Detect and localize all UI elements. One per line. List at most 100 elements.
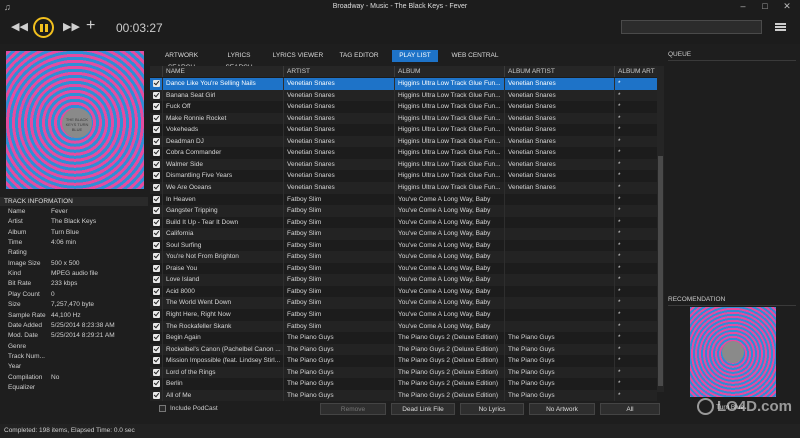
next-icon[interactable]: ▶▶ [63, 20, 80, 33]
menu-icon[interactable] [775, 23, 786, 31]
scrollbar-thumb[interactable] [658, 156, 663, 386]
cell-artist: Fatboy Slim [283, 309, 394, 321]
add-icon[interactable]: + [86, 17, 95, 35]
all-button[interactable]: All [600, 403, 660, 415]
dead-link-file-button[interactable]: Dead Link File [391, 403, 455, 415]
row-checkbox[interactable] [153, 311, 160, 318]
column-album[interactable]: ALBUM [394, 66, 504, 77]
cell-art: * [614, 216, 657, 229]
remove-button[interactable]: Remove [320, 403, 386, 415]
column-album-art[interactable]: ALBUM ART [614, 66, 657, 77]
table-row[interactable]: Gangster Tripping Fatboy Slim You've Come … [150, 205, 657, 217]
row-checkbox[interactable] [153, 241, 160, 249]
tab-tag-editor[interactable]: TAG EDITOR [334, 50, 384, 62]
table-row[interactable]: Dance Like You're Selling Nails Venetian … [150, 78, 657, 90]
table-row[interactable]: Deadman DJ Venetian Snares Higgins Ultra L… [150, 135, 657, 148]
row-checkbox[interactable] [153, 230, 160, 238]
row-checkbox[interactable] [153, 368, 160, 376]
row-checkbox[interactable] [153, 287, 160, 295]
table-row[interactable]: Banana Seat Girl Venetian Snares Higgins U… [150, 89, 657, 102]
table-row[interactable]: The Rockafeller Skank Fatboy Slim You've C… [150, 320, 657, 333]
track-info-value: No [51, 373, 60, 381]
row-checkbox[interactable] [153, 149, 160, 157]
table-row[interactable]: The World Went Down Fatboy Slim You've Com… [150, 297, 657, 310]
row-checkbox[interactable] [153, 299, 160, 307]
table-row[interactable]: Right Here, Right Now Fatboy Slim You've C… [150, 309, 657, 321]
row-checkbox[interactable] [153, 80, 160, 87]
row-checkbox[interactable] [153, 264, 160, 272]
recommendation-album-art[interactable] [690, 307, 776, 397]
table-row[interactable]: Lord of the Rings The Piano Guys The Piano… [150, 366, 657, 379]
row-checkbox[interactable] [153, 172, 160, 180]
table-row[interactable]: Rockelbel's Canon (Pachelbel Canon ... Th… [150, 343, 657, 356]
table-row[interactable]: Mission Impossible (feat. Lindsey Stirl.… [150, 355, 657, 367]
no-lyrics-button[interactable]: No Lyrics [460, 403, 524, 415]
table-row[interactable]: Dismantling Five Years Venetian Snares Hig… [150, 170, 657, 182]
table-row[interactable]: Praise You Fatboy Slim You've Come A Long … [150, 262, 657, 275]
column-name[interactable]: NAME [162, 66, 283, 77]
table-row[interactable]: Acid 8000 Fatboy Slim You've Come A Long W… [150, 285, 657, 298]
track-info-key: Time [8, 239, 23, 247]
tab-play-list[interactable]: PLAY LIST [392, 50, 438, 62]
previous-icon[interactable]: ◀◀ [11, 20, 28, 33]
elapsed-time: 00:03:27 [116, 21, 163, 35]
tab-lyrics-viewer[interactable]: LYRICS VIEWER [272, 50, 324, 62]
row-checkbox[interactable] [153, 195, 160, 203]
row-checkbox[interactable] [153, 380, 160, 388]
row-checkbox[interactable] [153, 160, 160, 168]
row-checkbox[interactable] [153, 207, 160, 215]
track-info-row: Album Turn Blue [0, 228, 148, 238]
table-row[interactable]: Berlin The Piano Guys The Piano Guys 2 (De… [150, 378, 657, 390]
table-row[interactable]: Love Island Fatboy Slim You've Come A Long… [150, 274, 657, 286]
row-checkbox[interactable] [153, 103, 160, 111]
row-checkbox[interactable] [153, 276, 160, 284]
table-header: NAME ARTIST ALBUM ALBUM ARTIST ALBUM ART [150, 66, 657, 77]
row-checkbox[interactable] [153, 357, 160, 365]
cell-artist: Fatboy Slim [283, 216, 394, 229]
row-checkbox[interactable] [153, 345, 160, 353]
maximize-button[interactable]: □ [758, 1, 772, 11]
cell-art: * [614, 297, 657, 310]
cell-album-artist [504, 320, 614, 333]
table-row[interactable]: You're Not From Brighton Fatboy Slim You'v… [150, 251, 657, 263]
cell-name: Berlin [162, 378, 283, 390]
pause-button[interactable] [33, 17, 54, 38]
playlist-scrollbar[interactable] [657, 66, 664, 392]
minimize-button[interactable]: – [736, 1, 750, 11]
table-row[interactable]: Build It Up - Tear It Down Fatboy Slim You… [150, 216, 657, 229]
row-checkbox[interactable] [153, 183, 160, 191]
table-row[interactable]: In Heaven Fatboy Slim You've Come A Long W… [150, 193, 657, 206]
table-row[interactable]: Soul Surfing Fatboy Slim You've Come A Lon… [150, 239, 657, 252]
search-input[interactable] [621, 20, 762, 34]
table-row[interactable]: Vokeheads Venetian Snares Higgins Ultra Lo… [150, 124, 657, 136]
cell-name: Deadman DJ [162, 135, 283, 148]
row-checkbox[interactable] [153, 114, 160, 122]
table-row[interactable]: Make Ronnie Rocket Venetian Snares Higgins… [150, 112, 657, 125]
table-row[interactable]: Begin Again The Piano Guys The Piano Guys … [150, 332, 657, 344]
row-checkbox[interactable] [153, 391, 160, 399]
no-artwork-button[interactable]: No Artwork [529, 403, 595, 415]
row-checkbox[interactable] [153, 126, 160, 134]
cell-album-artist: Venetian Snares [504, 124, 614, 136]
column-album-artist[interactable]: ALBUM ARTIST [504, 66, 614, 77]
tab-lyrics-search[interactable]: LYRICS SEARCH [214, 50, 264, 71]
column-artist[interactable]: ARTIST [283, 66, 394, 77]
table-row[interactable]: Cobra Commander Venetian Snares Higgins Ul… [150, 147, 657, 159]
table-row[interactable]: We Are Oceans Venetian Snares Higgins Ultr… [150, 181, 657, 194]
row-checkbox[interactable] [153, 253, 160, 261]
tab-web-central[interactable]: WEB CENTRAL [448, 50, 502, 62]
row-checkbox[interactable] [153, 322, 160, 330]
table-row[interactable]: Walmer Side Venetian Snares Higgins Ultra … [150, 158, 657, 171]
tab-artwork-search[interactable]: ARTWORK SEARCH [151, 50, 212, 71]
close-button[interactable]: ✕ [780, 1, 794, 12]
row-checkbox[interactable] [153, 137, 160, 145]
table-row[interactable]: California Fatboy Slim You've Come A Long … [150, 228, 657, 240]
row-checkbox[interactable] [153, 218, 160, 226]
table-row[interactable]: Fuck Off Venetian Snares Higgins Ultra Low… [150, 101, 657, 113]
include-podcast-checkbox[interactable] [159, 405, 166, 412]
cell-name: Cobra Commander [162, 147, 283, 159]
cell-album-artist: Venetian Snares [504, 181, 614, 194]
row-checkbox[interactable] [153, 91, 160, 99]
row-checkbox[interactable] [153, 334, 160, 342]
track-info-value: Fever [51, 208, 68, 215]
